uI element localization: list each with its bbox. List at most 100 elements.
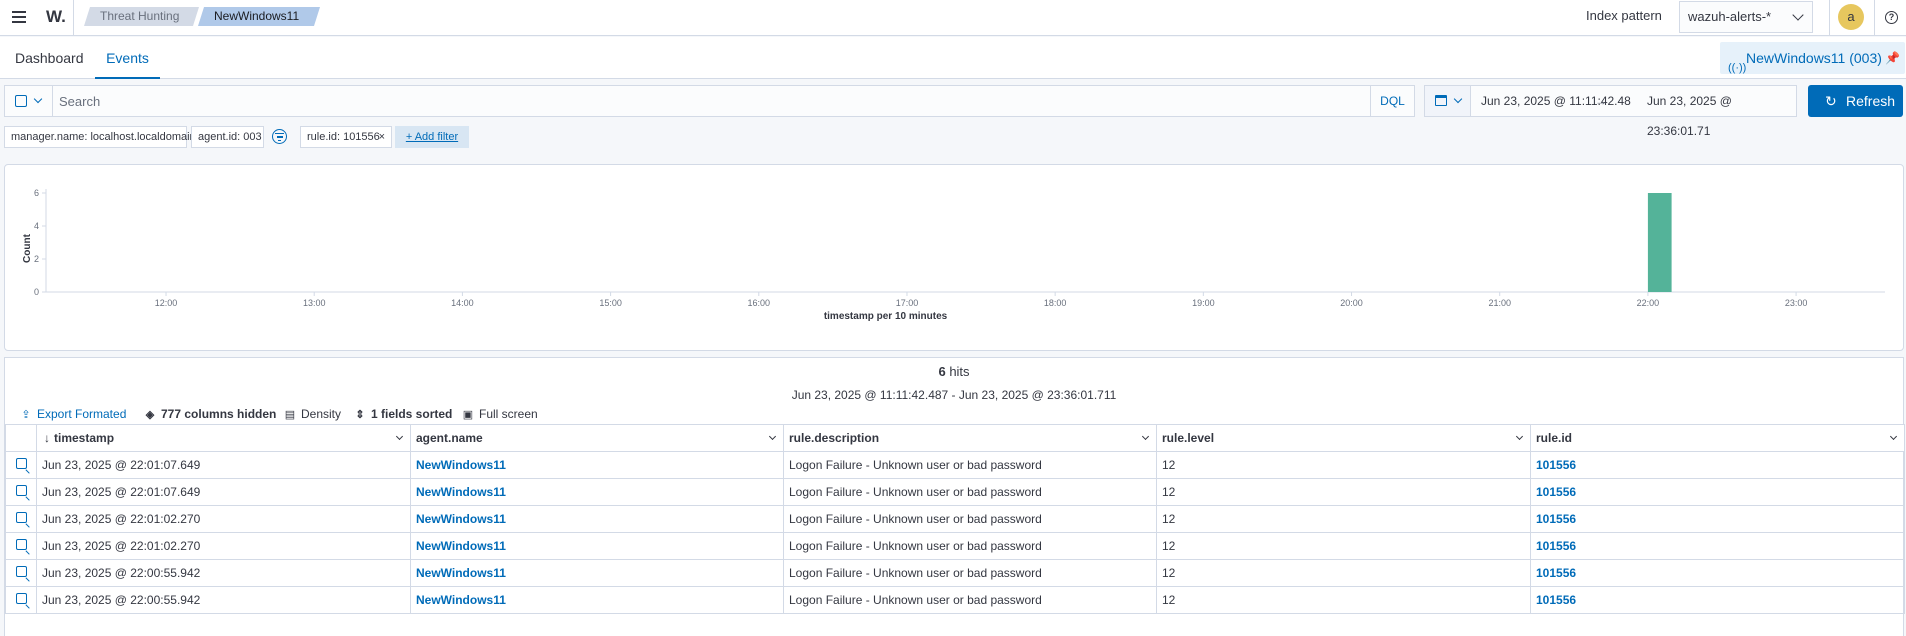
tab-events[interactable]: Events bbox=[95, 37, 160, 79]
cell-agent-name[interactable]: NewWindows11 bbox=[410, 451, 784, 479]
x-tick-label: 18:00 bbox=[1044, 298, 1067, 308]
x-tick-label: 21:00 bbox=[1488, 298, 1511, 308]
inspect-icon[interactable] bbox=[15, 539, 27, 550]
header-label: rule.level bbox=[1162, 431, 1215, 445]
x-tick-label: 22:00 bbox=[1637, 298, 1660, 308]
filter-pill-manager[interactable]: manager.name: localhost.localdomain bbox=[4, 126, 196, 148]
cell-timestamp: Jun 23, 2025 @ 22:01:07.649 bbox=[36, 478, 411, 506]
cell-agent-name[interactable]: NewWindows11 bbox=[410, 532, 784, 560]
inspect-icon[interactable] bbox=[15, 566, 27, 577]
pinned-agent-label: NewWindows11 (003) bbox=[1746, 50, 1882, 66]
export-label: Export Formated bbox=[37, 407, 127, 421]
header-label: rule.description bbox=[789, 431, 880, 445]
pinned-agent-button[interactable]: ((·)) NewWindows11 (003) 📌 bbox=[1720, 42, 1905, 74]
hits-count: 6 hits bbox=[5, 364, 1903, 379]
x-axis-label: timestamp per 10 minutes bbox=[824, 311, 948, 322]
save-icon bbox=[15, 95, 27, 107]
sort-button[interactable]: ⇕ 1 fields sorted bbox=[353, 404, 452, 425]
inspect-icon[interactable] bbox=[15, 512, 27, 523]
density-button[interactable]: ▤ Density bbox=[283, 404, 341, 425]
filter-pill-rule-id[interactable]: rule.id: 101556 × bbox=[300, 126, 392, 148]
table-row: Jun 23, 2025 @ 22:00:55.942 NewWindows11… bbox=[5, 559, 1905, 587]
filter-pill-agent-id[interactable]: agent.id: 003 bbox=[191, 126, 264, 148]
cell-rule-id[interactable]: 101556 bbox=[1530, 532, 1905, 560]
table-row: Jun 23, 2025 @ 22:01:07.649 NewWindows11… bbox=[5, 451, 1905, 479]
cell-timestamp: Jun 23, 2025 @ 22:01:07.649 bbox=[36, 451, 411, 479]
calendar-icon bbox=[1435, 95, 1447, 106]
cell-rule-id[interactable]: 101556 bbox=[1530, 451, 1905, 479]
inspect-cell[interactable] bbox=[5, 478, 37, 506]
breadcrumb-agent[interactable]: NewWindows11 bbox=[198, 7, 320, 26]
header-cell-rule-description[interactable]: rule.description bbox=[783, 424, 1157, 452]
eye-closed-icon: ◈ bbox=[145, 409, 155, 421]
dql-toggle[interactable]: DQL bbox=[1370, 86, 1414, 116]
fullscreen-label: Full screen bbox=[479, 407, 538, 421]
chevron-down-icon[interactable] bbox=[395, 432, 404, 441]
header-cell-rule-id[interactable]: rule.id bbox=[1530, 424, 1905, 452]
cell-rule-id[interactable]: 101556 bbox=[1530, 505, 1905, 533]
avatar[interactable]: a bbox=[1838, 4, 1864, 30]
inspect-cell[interactable] bbox=[5, 451, 37, 479]
filter-bar: manager.name: localhost.localdomain agen… bbox=[0, 126, 1906, 148]
pin-icon[interactable]: 📌 bbox=[1885, 42, 1900, 74]
refresh-label: Refresh bbox=[1846, 93, 1896, 109]
quick-date-button[interactable] bbox=[1425, 86, 1471, 116]
arrow-right-icon: → bbox=[1595, 94, 1607, 108]
chevron-down-icon[interactable] bbox=[768, 432, 777, 441]
header-cell-timestamp[interactable]: ↓ timestamp bbox=[36, 424, 411, 452]
cell-timestamp: Jun 23, 2025 @ 22:01:02.270 bbox=[36, 532, 411, 560]
saved-queries-button[interactable] bbox=[5, 86, 53, 116]
cell-rule-level: 12 bbox=[1156, 586, 1531, 614]
index-pattern-select[interactable]: wazuh-alerts-* bbox=[1679, 1, 1813, 33]
fullscreen-button[interactable]: ▣ Full screen bbox=[461, 404, 538, 425]
chevron-down-icon bbox=[33, 94, 43, 104]
sort-label: 1 fields sorted bbox=[371, 407, 453, 421]
breadcrumb-threat-hunting[interactable]: Threat Hunting bbox=[84, 7, 199, 26]
cell-agent-name[interactable]: NewWindows11 bbox=[410, 559, 784, 587]
top-bar: W. Threat Hunting NewWindows11 Index pat… bbox=[0, 0, 1906, 36]
chevron-down-icon[interactable] bbox=[1141, 432, 1150, 441]
inspect-icon[interactable] bbox=[15, 485, 27, 496]
date-start[interactable]: Jun 23, 2025 @ 11:11:42.48 bbox=[1481, 86, 1631, 116]
histogram-panel: 0 2 4 6 12:00 13:00 14:00 15:00 16:00 17:00 18:00 1… bbox=[4, 164, 1904, 351]
chevron-down-icon[interactable] bbox=[1889, 432, 1898, 441]
chevron-down-icon bbox=[1792, 9, 1804, 21]
cell-rule-description: Logon Failure - Unknown user or bad pass… bbox=[783, 532, 1157, 560]
header-cell-actions bbox=[5, 424, 37, 452]
cell-rule-level: 12 bbox=[1156, 532, 1531, 560]
export-button[interactable]: ⇪ Export Formated bbox=[19, 404, 126, 425]
filter-options-icon[interactable] bbox=[272, 129, 287, 144]
header-cell-agent-name[interactable]: agent.name bbox=[410, 424, 784, 452]
inspect-cell[interactable] bbox=[5, 532, 37, 560]
cell-rule-id[interactable]: 101556 bbox=[1530, 586, 1905, 614]
search-input[interactable] bbox=[55, 86, 1355, 116]
cell-agent-name[interactable]: NewWindows11 bbox=[410, 478, 784, 506]
inspect-cell[interactable] bbox=[5, 559, 37, 587]
refresh-button[interactable]: ↻ Refresh bbox=[1808, 85, 1903, 117]
cell-agent-name[interactable]: NewWindows11 bbox=[410, 505, 784, 533]
menu-icon[interactable] bbox=[9, 8, 29, 28]
cell-rule-level: 12 bbox=[1156, 478, 1531, 506]
search-box: DQL bbox=[4, 85, 1415, 117]
tab-dashboard[interactable]: Dashboard bbox=[15, 37, 84, 79]
divider bbox=[1829, 0, 1830, 36]
inspect-icon[interactable] bbox=[15, 458, 27, 469]
density-icon: ▤ bbox=[284, 409, 296, 421]
cell-rule-id[interactable]: 101556 bbox=[1530, 478, 1905, 506]
density-label: Density bbox=[301, 407, 342, 421]
cell-rule-description: Logon Failure - Unknown user or bad pass… bbox=[783, 586, 1157, 614]
chevron-down-icon[interactable] bbox=[1515, 432, 1524, 441]
inspect-cell[interactable] bbox=[5, 505, 37, 533]
results-panel: 6 hits Jun 23, 2025 @ 11:11:42.487 - Jun… bbox=[4, 357, 1905, 636]
help-icon[interactable]: ? bbox=[1885, 11, 1898, 24]
inspect-icon[interactable] bbox=[15, 593, 27, 604]
events-table: ↓ timestamp agent.name rule.description r… bbox=[5, 424, 1905, 614]
cell-rule-id[interactable]: 101556 bbox=[1530, 559, 1905, 587]
inspect-cell[interactable] bbox=[5, 586, 37, 614]
header-cell-rule-level[interactable]: rule.level bbox=[1156, 424, 1531, 452]
add-filter-button[interactable]: + Add filter bbox=[395, 126, 469, 148]
cell-agent-name[interactable]: NewWindows11 bbox=[410, 586, 784, 614]
wazuh-logo[interactable]: W. bbox=[38, 0, 74, 36]
columns-button[interactable]: ◈ 777 columns hidden bbox=[143, 404, 277, 425]
close-icon[interactable]: × bbox=[379, 127, 385, 147]
